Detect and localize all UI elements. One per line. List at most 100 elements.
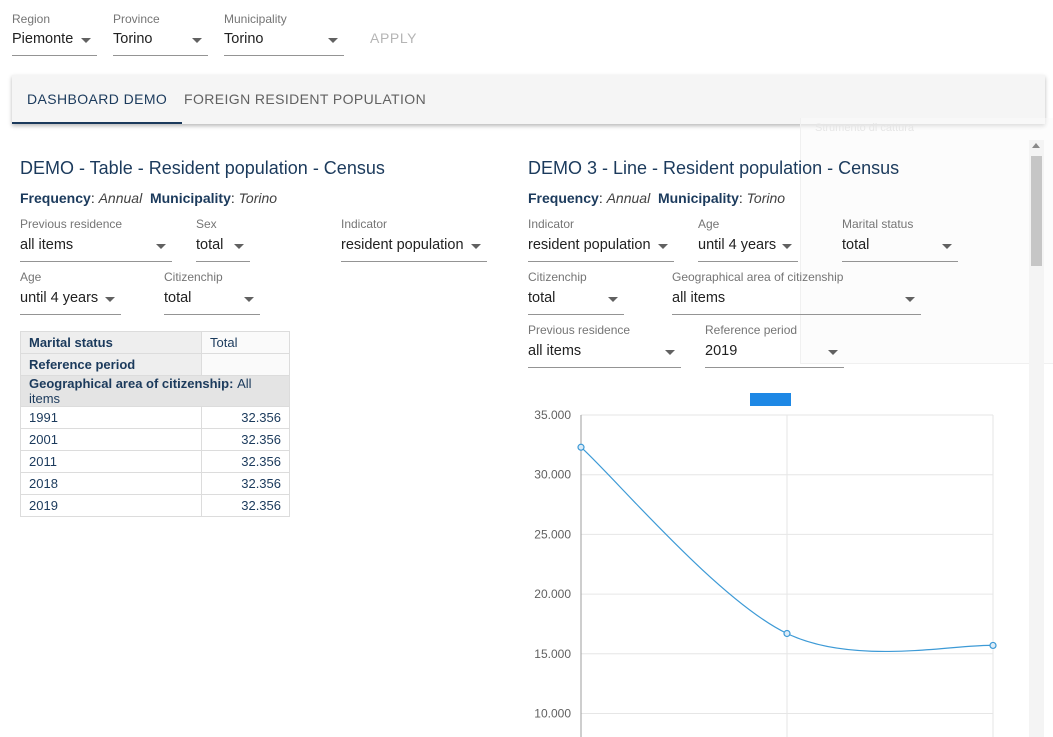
previous-residence-select[interactable]: all items [20,234,172,262]
region-label: Region [12,12,51,26]
municipality-label: Municipality [224,12,287,26]
table-row: Marital status Total [20,331,290,354]
table-panel-title: DEMO - Table - Resident population - Cen… [20,158,385,178]
data-point [989,641,997,650]
citizenship-select[interactable]: total [528,287,624,315]
sex-select[interactable]: total [196,234,250,262]
filter-label: Age [698,217,720,231]
chevron-down-icon [942,244,952,249]
y-tick-label: 30.000 [534,468,571,482]
tab-bar: DASHBOARD DEMO FOREIGN RESIDENT POPULATI… [12,75,1045,124]
row-year: 1991 [20,406,202,429]
region-value: Piemonte [12,31,74,47]
filter-label: Citizenchip [164,270,223,284]
row-value: 32.356 [201,406,290,429]
table-panel-meta: Frequency: Annual Municipality: Torino [20,190,278,206]
line-panel-title: DEMO 3 - Line - Resident population - Ce… [528,158,900,178]
data-point [577,443,585,451]
row-year: 2019 [20,494,202,517]
tab-foreign-resident-population[interactable]: FOREIGN RESIDENT POPULATION [184,75,426,124]
geo-area-header: Geographical area of citizenship: All it… [20,375,290,407]
line-chart: 35.000 30.000 25.000 20.000 15.000 10.000 [534,393,997,737]
row-value: 32.356 [201,472,290,495]
chevron-down-icon [192,38,202,43]
table-row: 1991 32.356 [20,406,290,429]
row-value: 32.356 [201,494,290,517]
citizenship-select[interactable]: total [164,287,260,315]
filter-label: Indicator [341,217,388,231]
filter-value: all items [20,237,74,253]
apply-button[interactable]: APPLY [370,30,417,46]
row-value: 32.356 [201,428,290,451]
filter-label: Age [20,270,42,284]
filter-label: Citizenchip [528,270,587,284]
line-panel-meta: Frequency: Annual Municipality: Torino [528,190,786,206]
chevron-down-icon [608,297,618,302]
chevron-down-icon [244,297,254,302]
chevron-down-icon [782,244,792,249]
chevron-down-icon [905,297,915,302]
chevron-down-icon [658,244,668,249]
age-select[interactable]: until 4 years [20,287,121,315]
filter-value: resident population [341,237,464,253]
indicator-select[interactable]: resident population [528,234,674,262]
y-tick-label: 35.000 [534,408,571,422]
chevron-down-icon [105,297,115,302]
filter-label: Indicator [528,217,575,231]
municipality-value: Torino [224,31,264,47]
filter-label: Marital status [842,217,914,231]
table-row: 2001 32.356 [20,428,290,451]
chevron-down-icon [81,38,91,43]
scroll-up-icon[interactable] [1032,143,1040,148]
table-row: 2011 32.356 [20,450,290,473]
municipality-select[interactable]: Torino [224,28,344,56]
table-row: Geographical area of citizenship: All it… [20,375,290,407]
row-year: 2011 [20,450,202,473]
chevron-down-icon [828,350,838,355]
y-tick-label: 20.000 [534,587,571,601]
y-tick-label: 15.000 [534,647,571,661]
filter-label: Previous residence [528,323,631,337]
table-cell [201,353,290,376]
geo-area-select[interactable]: all items [672,287,921,315]
y-tick-label: 25.000 [534,527,571,541]
previous-residence-select[interactable]: all items [528,340,681,368]
province-select[interactable]: Torino [113,28,208,56]
filter-value: total [528,290,556,306]
age-select[interactable]: until 4 years [698,234,798,262]
row-value: 32.356 [201,450,290,473]
filter-value: total [842,237,870,253]
filter-label: Geographical area of citizenship [672,270,844,284]
data-point [783,629,791,638]
table-row: 2019 32.356 [20,494,290,517]
marital-status-header: Marital status [20,331,202,354]
province-label: Province [113,12,160,26]
legend-swatch [750,393,791,406]
marital-status-select[interactable]: total [842,234,958,262]
filter-value: until 4 years [20,290,99,306]
scrollbar-thumb[interactable] [1031,156,1042,266]
filter-value: total [196,237,224,253]
chevron-down-icon [471,244,481,249]
tab-dashboard-demo[interactable]: DASHBOARD DEMO [12,75,183,124]
reference-period-select[interactable]: 2019 [705,340,844,368]
province-value: Torino [113,31,153,47]
reference-period-header: Reference period [20,353,202,376]
row-year: 2001 [20,428,202,451]
y-tick-label: 10.000 [534,707,571,721]
table-row: 2018 32.356 [20,472,290,495]
filter-label: Previous residence [20,217,123,231]
filter-value: all items [528,343,582,359]
filter-label: Sex [196,217,217,231]
marital-status-value: Total [201,331,290,354]
filter-label: Reference period [705,323,798,337]
row-year: 2018 [20,472,202,495]
chevron-down-icon [234,244,244,249]
filter-value: total [164,290,192,306]
region-select[interactable]: Piemonte [12,28,97,56]
indicator-select[interactable]: resident population [341,234,487,262]
chevron-down-icon [156,244,166,249]
data-table: Marital status Total Reference period Ge… [20,331,290,517]
filter-value: resident population [528,237,651,253]
chevron-down-icon [665,350,675,355]
